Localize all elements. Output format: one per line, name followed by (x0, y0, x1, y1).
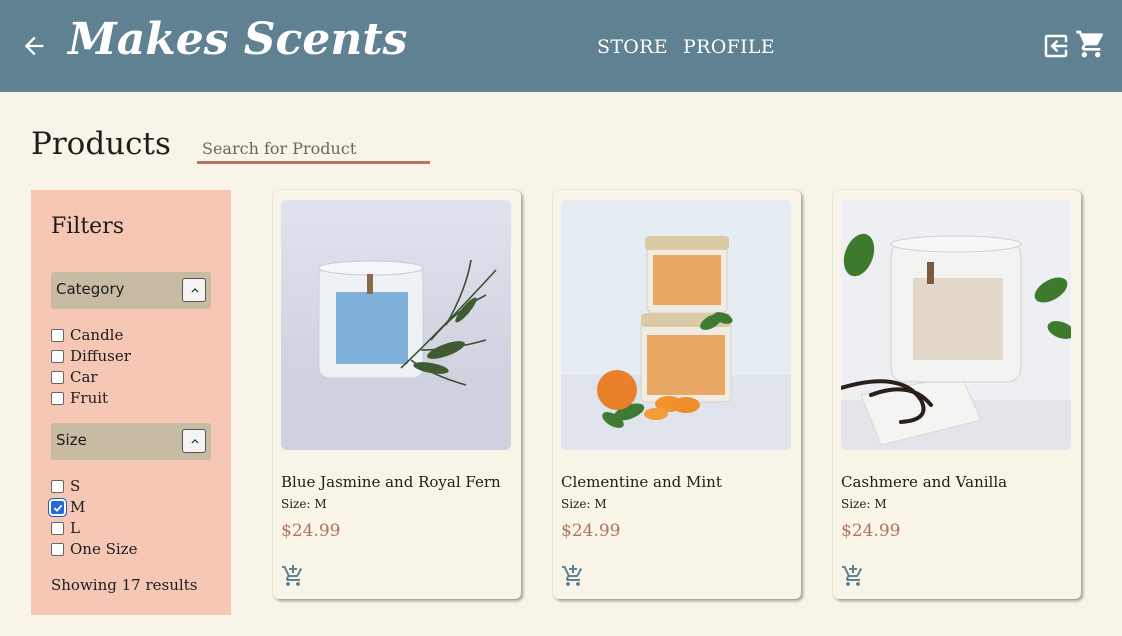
product-price: $24.99 (841, 521, 901, 541)
category-fruit-option[interactable]: Fruit (51, 388, 108, 408)
filters-panel: Filters Category Candle Diffuser Car Fru… (31, 190, 231, 615)
size-collapse-button[interactable] (182, 429, 206, 453)
option-label: L (70, 519, 80, 537)
product-size: Size: M (561, 497, 607, 511)
checkbox[interactable] (51, 479, 64, 493)
size-filter-label: Size (56, 431, 87, 449)
chevron-up-icon (191, 288, 199, 293)
logout-button[interactable] (1041, 31, 1071, 61)
add-to-cart-button[interactable] (841, 564, 865, 588)
option-label: Fruit (70, 389, 109, 407)
option-label: S (70, 477, 81, 495)
option-label: Candle (70, 326, 124, 344)
product-image[interactable] (281, 200, 511, 450)
product-card[interactable]: Blue Jasmine and Royal Fern Size: M $24.… (273, 190, 521, 599)
product-size: Size: M (841, 497, 887, 511)
category-filter-header[interactable]: Category (51, 272, 211, 309)
checkbox[interactable] (51, 349, 64, 363)
cart-button[interactable] (1075, 28, 1107, 60)
checkbox[interactable] (51, 391, 64, 405)
product-size: Size: M (281, 497, 327, 511)
nav-profile-link[interactable]: PROFILE (683, 36, 775, 58)
filters-title: Filters (51, 214, 125, 239)
product-name: Blue Jasmine and Royal Fern (281, 473, 501, 491)
checkbox[interactable] (51, 328, 64, 342)
results-count: Showing 17 results (51, 576, 198, 594)
add-to-cart-button[interactable] (281, 564, 305, 588)
category-candle-option[interactable]: Candle (51, 325, 123, 345)
option-label: Car (70, 368, 98, 386)
add-shopping-cart-icon (562, 565, 583, 586)
page-title: Products (31, 126, 171, 162)
product-name: Clementine and Mint (561, 473, 722, 491)
checkbox[interactable] (51, 370, 64, 384)
chevron-up-icon (191, 439, 199, 444)
checkbox[interactable] (51, 542, 64, 556)
category-car-option[interactable]: Car (51, 367, 98, 387)
add-to-cart-button[interactable] (561, 564, 585, 588)
size-filter-header[interactable]: Size (51, 423, 211, 460)
shopping-cart-icon (1076, 30, 1104, 58)
add-shopping-cart-icon (282, 565, 303, 586)
size-l-option[interactable]: L (51, 518, 80, 538)
product-image[interactable] (561, 200, 791, 450)
category-filter-label: Category (56, 280, 125, 298)
product-image[interactable] (841, 200, 1071, 450)
checkbox[interactable] (51, 521, 64, 535)
product-card[interactable]: Clementine and Mint Size: M $24.99 (553, 190, 801, 599)
back-button[interactable] (20, 32, 48, 60)
option-label: M (70, 498, 86, 516)
product-price: $24.99 (281, 521, 341, 541)
category-diffuser-option[interactable]: Diffuser (51, 346, 131, 366)
option-label: One Size (70, 540, 138, 558)
checkmark-icon (53, 504, 63, 512)
arrow-left-icon (24, 36, 44, 56)
product-name: Cashmere and Vanilla (841, 473, 1008, 491)
checkbox-checked[interactable] (51, 500, 64, 514)
add-shopping-cart-icon (842, 565, 863, 586)
product-card[interactable]: Cashmere and Vanilla Size: M $24.99 (833, 190, 1081, 599)
option-label: Diffuser (70, 347, 131, 365)
search-input[interactable] (197, 136, 430, 164)
product-price: $24.99 (561, 521, 621, 541)
size-m-option[interactable]: M (51, 497, 85, 517)
logout-icon (1044, 34, 1068, 58)
nav-store-link[interactable]: STORE (597, 36, 668, 58)
size-s-option[interactable]: S (51, 476, 80, 496)
category-collapse-button[interactable] (182, 278, 206, 302)
size-one-size-option[interactable]: One Size (51, 539, 137, 559)
app-header: Makes Scents STORE PROFILE (0, 0, 1122, 92)
brand-logo[interactable]: Makes Scents (68, 14, 407, 65)
